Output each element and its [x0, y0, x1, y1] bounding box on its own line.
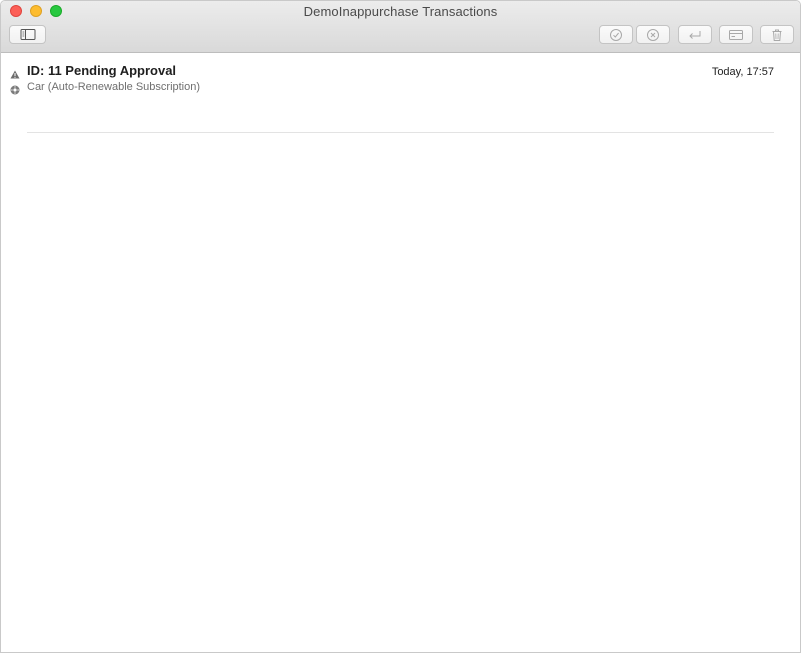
sidebar-toggle-icon: [20, 29, 35, 40]
billing-button[interactable]: [719, 25, 753, 44]
row-divider: [27, 132, 774, 133]
trash-icon: [772, 29, 782, 41]
refund-transaction-button[interactable]: [678, 25, 712, 44]
transaction-date: Today, 17:57: [711, 66, 774, 78]
checkmark-circle-icon: [610, 28, 622, 41]
transaction-row[interactable]: ID: 11 Pending Approval Car (Auto-Renewa…: [1, 53, 800, 133]
titlebar: DemoInappurchase Transactions: [1, 1, 800, 53]
transaction-product: Car (Auto-Renewable Subscription): [27, 81, 201, 93]
decline-transaction-button[interactable]: [636, 25, 670, 44]
toggle-sidebar-button[interactable]: [9, 25, 46, 44]
approve-transaction-button[interactable]: [599, 25, 633, 44]
transaction-title: ID: 11 Pending Approval: [27, 63, 177, 78]
x-circle-icon: [647, 28, 659, 41]
return-arrow-icon: [689, 30, 701, 39]
delete-transaction-button[interactable]: [760, 25, 794, 44]
credit-card-icon: [729, 29, 743, 40]
transactions-list: ID: 11 Pending Approval Car (Auto-Renewa…: [1, 53, 800, 652]
app-window: DemoInappurchase Transactions ID: 11 Pen…: [0, 0, 801, 653]
gear-icon: [10, 82, 20, 100]
window-title: DemoInappurchase Transactions: [303, 4, 498, 19]
